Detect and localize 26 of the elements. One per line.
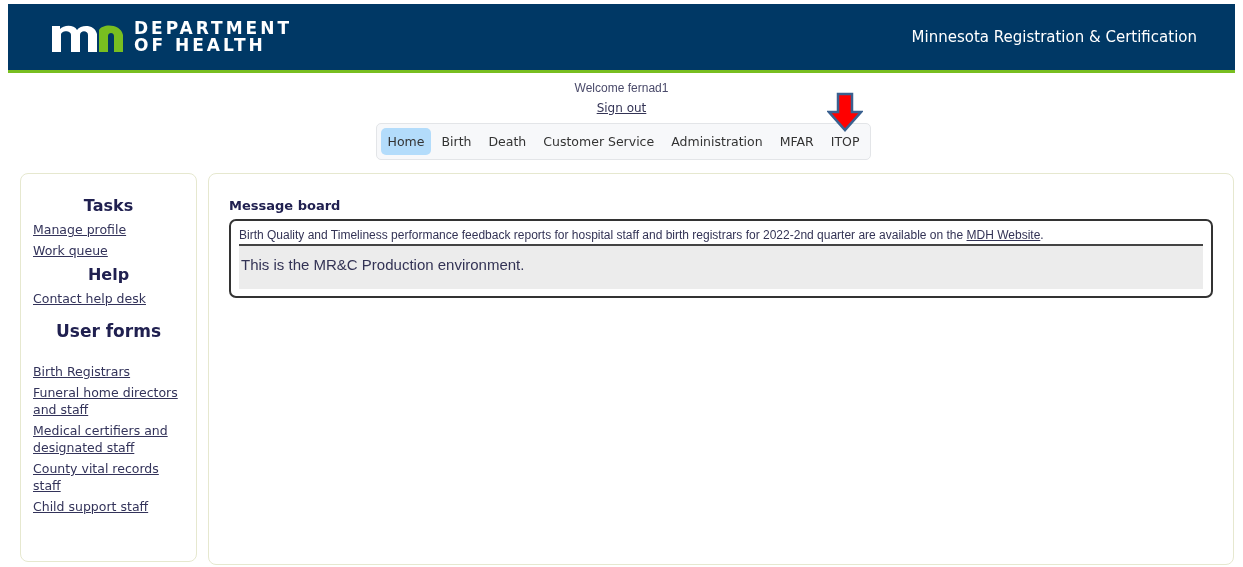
- nav-tab[interactable]: ITOP: [823, 128, 867, 155]
- sidebar-link[interactable]: Funeral home directors and staff: [33, 384, 184, 418]
- sidebar-link[interactable]: Manage profile: [33, 221, 184, 238]
- section-heading: Tasks: [82, 196, 135, 215]
- sidebar-link[interactable]: Work queue: [33, 242, 184, 259]
- board-title: Message board: [229, 198, 342, 213]
- sidebar-link[interactable]: Contact help desk: [33, 290, 184, 307]
- environment-text: This is the MR&C Production environment.: [239, 246, 1203, 289]
- section-heading: Help: [86, 265, 131, 284]
- org-name: OF HEALTH: [134, 37, 267, 54]
- nav-tab[interactable]: Birth: [434, 128, 479, 155]
- sidebar-link[interactable]: Child support staff: [33, 498, 184, 515]
- nav-tab[interactable]: Administration: [664, 128, 770, 155]
- welcome-text: Welcome fernad1: [574, 81, 669, 95]
- nav-tab[interactable]: Home: [380, 128, 432, 155]
- org-name: DEPARTMENT: [134, 20, 293, 37]
- sidebar-link[interactable]: Medical certifiers and designated staff: [33, 422, 184, 456]
- sidebar-link[interactable]: Birth Registrars: [33, 363, 184, 380]
- sidebar-link[interactable]: County vital records staff: [33, 460, 184, 494]
- nav-tab[interactable]: MFAR: [772, 128, 821, 155]
- app-title: Minnesota Registration & Certification: [911, 28, 1197, 46]
- sign-out-link[interactable]: Sign out: [596, 101, 647, 115]
- nav-tab[interactable]: Customer Service: [536, 128, 662, 155]
- arrow-icon: [827, 92, 864, 132]
- nav-tab[interactable]: Death: [481, 128, 534, 155]
- section-heading: User forms: [54, 321, 162, 341]
